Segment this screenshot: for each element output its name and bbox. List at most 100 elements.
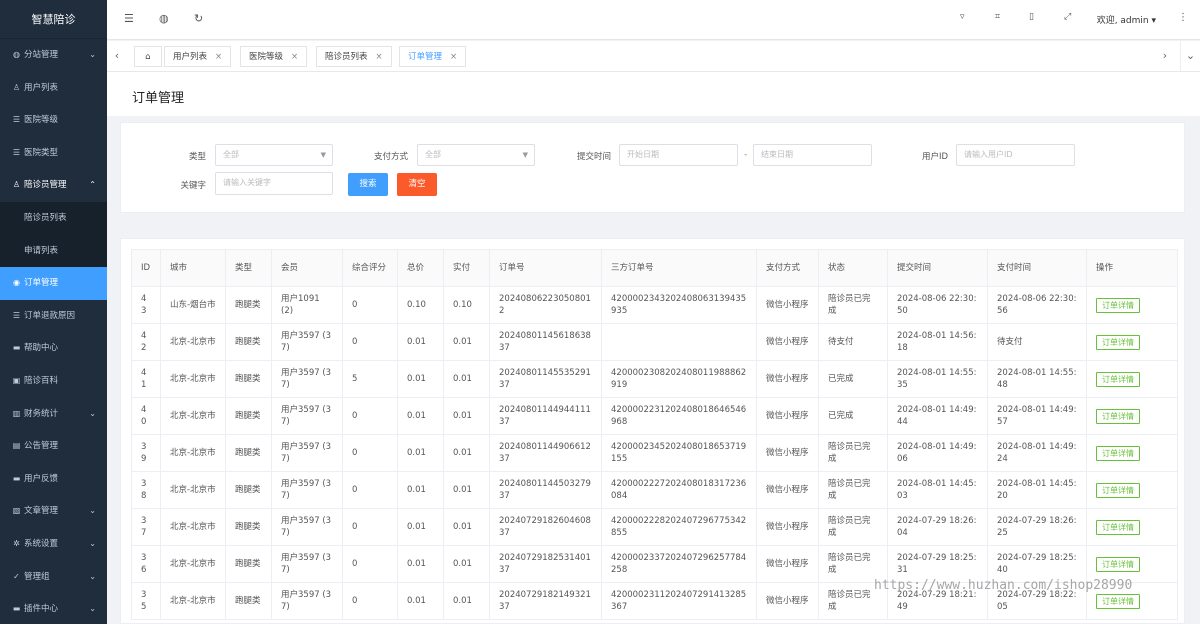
- sidebar-item-13[interactable]: ▬ 用户反馈: [0, 463, 107, 496]
- top-header: ☰ ◍ ↻ ▿ ⌗ ▯ ⤢ 欢迎, admin ▾ ⋮: [107, 0, 1200, 40]
- cell-order-no: 202408062230508012: [489, 286, 602, 324]
- cell-status: 待支付: [818, 323, 888, 361]
- close-icon[interactable]: ×: [450, 52, 457, 62]
- list-icon: ☰: [12, 310, 21, 320]
- cell-status: 已完成: [818, 397, 888, 435]
- sidebar-menu: ◍ 分站管理 ⌄ ♙ 用户列表 ☰ 医院等级 ☰ 医院类型 ♙ 陪诊员管理 ⌃ 陪诊员列表 申请列表 ◉ 订单…: [0, 39, 107, 624]
- order-detail-button[interactable]: 订单详情: [1096, 519, 1140, 535]
- type-select[interactable]: 全部 ▼: [215, 144, 333, 166]
- cell-paid: 0.01: [443, 545, 490, 583]
- sidebar-item-label: 帮助中心: [24, 343, 59, 354]
- home-icon[interactable]: ⌂: [134, 46, 162, 67]
- order-detail-button[interactable]: 订单详情: [1096, 482, 1140, 498]
- cell-paid: 0.01: [443, 360, 490, 398]
- sidebar-item-6[interactable]: 申请列表: [0, 234, 107, 268]
- search-button[interactable]: 搜索: [348, 173, 388, 196]
- cell-score: 0: [342, 508, 398, 546]
- cell-pay-time: 2024-08-01 14:45:20: [987, 471, 1087, 509]
- sidebar-item-14[interactable]: ▧ 文章管理 ⌄: [0, 495, 107, 528]
- cell-order-no: 202407291821493213​7: [489, 582, 602, 620]
- cell-city: 北京-北京市: [160, 582, 226, 620]
- sidebar-item-2[interactable]: ☰ 医院等级: [0, 104, 107, 137]
- column-header: 综合评分: [342, 249, 398, 287]
- cell-total: 0.01: [397, 360, 444, 398]
- trash-icon[interactable]: ▿: [960, 12, 965, 22]
- sidebar-item-0[interactable]: ◍ 分站管理 ⌄: [0, 39, 107, 72]
- refresh-icon[interactable]: ↻: [194, 12, 203, 25]
- chevron-down-icon: ⌄: [89, 506, 96, 516]
- sidebar-item-label: 系统设置: [24, 538, 59, 549]
- tab-scroll-right-icon[interactable]: ›: [1155, 41, 1175, 71]
- globe-icon[interactable]: ◍: [159, 12, 169, 25]
- sidebar-item-label: 用户列表: [24, 82, 59, 93]
- pay-method-select[interactable]: 全部 ▼: [417, 144, 535, 166]
- sidebar-item-1[interactable]: ♙ 用户列表: [0, 72, 107, 105]
- order-detail-button[interactable]: 订单详情: [1096, 556, 1140, 572]
- cell-submit-time: 2024-08-01 14:55:35: [887, 360, 988, 398]
- order-detail-button[interactable]: 订单详情: [1096, 445, 1140, 461]
- sidebar-item-17[interactable]: ▬ 插件中心 ⌄: [0, 593, 107, 624]
- user-icon: ♙: [12, 82, 21, 92]
- cell-score: 0: [342, 434, 398, 472]
- tab-2[interactable]: 陪诊员列表 ×: [316, 46, 392, 67]
- watermark: https://www.huzhan.com/ishop28990: [874, 578, 1133, 593]
- file-icon[interactable]: ▯: [1029, 12, 1034, 22]
- menu-fold-icon[interactable]: ☰: [124, 12, 134, 25]
- admin-icon: ✓: [13, 571, 20, 581]
- cell-third-no: 4200002345202408018653719155: [601, 434, 757, 472]
- tab-scroll-left-icon[interactable]: ‹: [107, 41, 127, 71]
- tab-3[interactable]: 订单管理 ×: [399, 46, 467, 67]
- sidebar-item-15[interactable]: ✲ 系统设置 ⌄: [0, 528, 107, 561]
- list-icon: ☰: [12, 115, 21, 125]
- tab-0[interactable]: 用户列表 ×: [164, 46, 232, 67]
- order-detail-button[interactable]: 订单详情: [1096, 408, 1140, 424]
- sidebar-item-10[interactable]: ▣ 陪诊百科: [0, 365, 107, 398]
- cell-order-no: 202407291825314013​7: [489, 545, 602, 583]
- sidebar-item-16[interactable]: ✓ 管理组 ⌄: [0, 561, 107, 594]
- more-icon[interactable]: ⋮: [1178, 12, 1188, 23]
- tab-dropdown-icon[interactable]: ⌄: [1180, 41, 1200, 71]
- close-icon[interactable]: ×: [215, 52, 222, 62]
- cell-city: 北京-北京市: [160, 471, 226, 509]
- cell-third-no: 4200002308202408011988862919: [601, 360, 757, 398]
- sidebar-item-9[interactable]: ▬ 帮助中心: [0, 332, 107, 365]
- cell-type: 跑腿类: [225, 360, 272, 398]
- sidebar: 智慧陪诊 ◍ 分站管理 ⌄ ♙ 用户列表 ☰ 医院等级 ☰ 医院类型 ♙ 陪诊员管理 ⌃ 陪诊员列表 申请…: [0, 0, 107, 624]
- close-icon[interactable]: ×: [376, 52, 383, 62]
- tab-1[interactable]: 医院等级 ×: [240, 46, 308, 67]
- column-header: 类型: [225, 249, 272, 287]
- cell-city: 北京-北京市: [160, 360, 226, 398]
- help-icon: ▬: [12, 343, 21, 353]
- clear-button[interactable]: 清空: [397, 173, 437, 196]
- order-detail-button[interactable]: 订单详情: [1096, 593, 1140, 609]
- sidebar-item-5[interactable]: 陪诊员列表: [0, 201, 107, 235]
- cell-type: 跑腿类: [225, 323, 272, 361]
- user-menu[interactable]: 欢迎, admin ▾: [1097, 13, 1156, 26]
- sidebar-item-label: 医院类型: [24, 147, 59, 158]
- cell-status: 陪诊员已完成: [818, 286, 888, 324]
- keyword-input[interactable]: 请输入关键字: [215, 172, 333, 195]
- start-date-input[interactable]: 开始日期: [619, 144, 738, 166]
- column-header: 会员: [271, 249, 343, 287]
- page-title-bar: 订单管理: [107, 72, 1200, 116]
- sidebar-item-3[interactable]: ☰ 医院类型: [0, 137, 107, 170]
- sidebar-item-11[interactable]: ▥ 财务统计 ⌄: [0, 398, 107, 431]
- order-detail-button[interactable]: 订单详情: [1096, 297, 1140, 313]
- sidebar-item-4[interactable]: ♙ 陪诊员管理 ⌃: [0, 169, 107, 202]
- order-detail-button[interactable]: 订单详情: [1096, 334, 1140, 350]
- sidebar-item-7[interactable]: ◉ 订单管理: [0, 267, 107, 300]
- cell-city: 山东-烟台市: [160, 286, 226, 324]
- chevron-down-icon: ⌄: [89, 408, 96, 418]
- user-id-input[interactable]: 请输入用户ID: [956, 144, 1075, 166]
- close-icon[interactable]: ×: [291, 52, 298, 62]
- sidebar-item-8[interactable]: ☰ 订单退款原因: [0, 300, 107, 333]
- cell-order-no: 202408011455352913​7: [489, 360, 602, 398]
- crop-icon[interactable]: ⌗: [995, 12, 1000, 22]
- sidebar-item-12[interactable]: ▤ 公告管理: [0, 430, 107, 463]
- cell-third-no: [601, 323, 757, 361]
- order-detail-button[interactable]: 订单详情: [1096, 371, 1140, 387]
- cell-type: 跑腿类: [225, 434, 272, 472]
- cell-pay-method: 微信小程序: [756, 545, 819, 583]
- fullscreen-icon[interactable]: ⤢: [1064, 12, 1071, 22]
- end-date-input[interactable]: 结束日期: [753, 144, 872, 166]
